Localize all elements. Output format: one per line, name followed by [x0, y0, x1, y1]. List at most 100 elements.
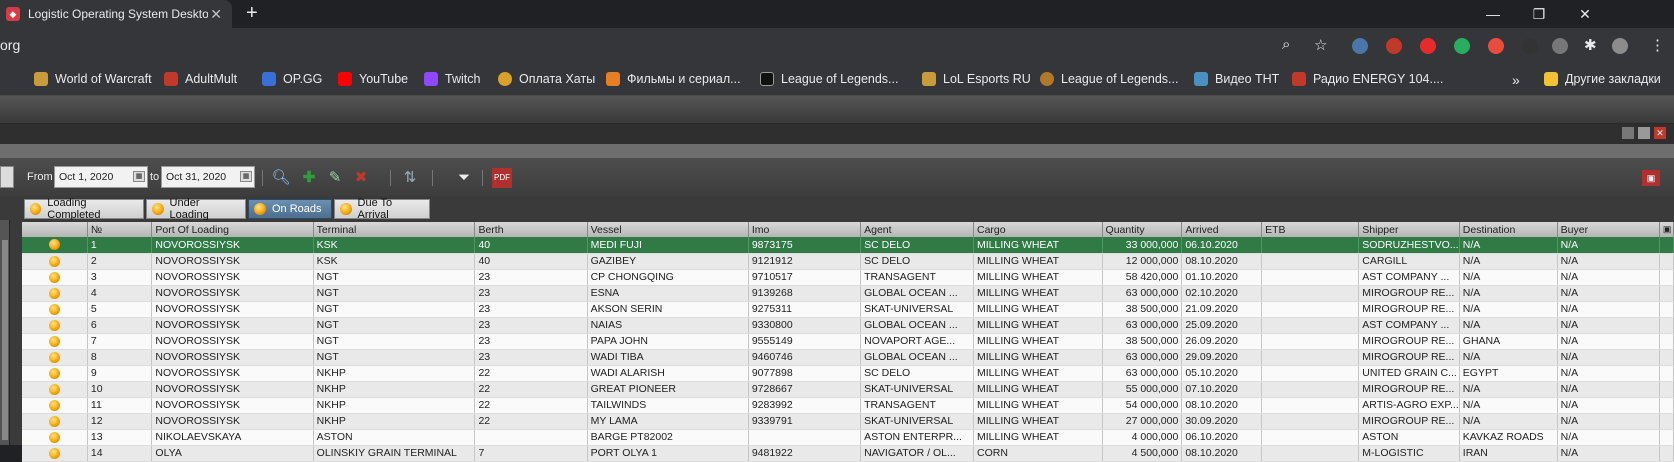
cell-quantity[interactable]: 38 500,000 — [1102, 301, 1183, 318]
maximize-icon[interactable]: ❐ — [1516, 0, 1562, 28]
cell-row-number[interactable]: 1 — [87, 237, 153, 254]
cell-port-of-loading[interactable]: NOVOROSSIYSK — [151, 397, 314, 414]
cell-destination[interactable]: N/A — [1459, 381, 1558, 398]
table-row[interactable]: 13 NIKOLAEVSKAYA ASTON BARGE PT82002 ASTON E… — [22, 429, 1674, 446]
cell-etb[interactable] — [1261, 397, 1360, 414]
cell-arrived[interactable]: 21.09.2020 — [1181, 301, 1263, 318]
cell-terminal[interactable]: ASTON — [313, 429, 476, 446]
cell-vessel[interactable]: MEDI FUJI — [587, 237, 749, 254]
filter-icon[interactable]: ⏷ — [454, 168, 474, 188]
cell-port-of-loading[interactable]: NOVOROSSIYSK — [151, 269, 314, 286]
cell-imo[interactable]: 9139268 — [748, 285, 862, 302]
cell-buyer[interactable]: N/A — [1557, 285, 1660, 302]
search-icon[interactable]: 🔍︎ — [271, 168, 291, 188]
cell-quantity[interactable]: 12 000,000 — [1102, 253, 1183, 270]
cell-berth[interactable] — [474, 429, 588, 446]
cell-quantity[interactable]: 58 420,000 — [1102, 269, 1183, 286]
cell-cargo[interactable]: MILLING WHEAT — [973, 333, 1103, 350]
cell-destination[interactable]: N/A — [1459, 237, 1558, 254]
bookmark-item[interactable]: World of Warcraft — [34, 72, 152, 86]
cell-berth[interactable]: 23 — [474, 333, 588, 350]
cell-shipper[interactable]: ARTIS-AGRO EXP... — [1358, 397, 1460, 414]
column-header[interactable]: Shipper — [1358, 222, 1460, 237]
bookmark-item[interactable]: Оплата Хаты — [498, 72, 595, 86]
cell-vessel[interactable]: PAPA JOHN — [587, 333, 749, 350]
cell-berth[interactable]: 23 — [474, 301, 588, 318]
column-header[interactable]: Berth — [474, 222, 588, 237]
cell-port-of-loading[interactable]: NOVOROSSIYSK — [151, 253, 314, 270]
cell-agent[interactable]: TRANSAGENT — [860, 397, 974, 414]
column-header[interactable]: Port Of Loading — [151, 222, 314, 237]
cell-vessel[interactable]: BARGE PT82002 — [587, 429, 749, 446]
cell-etb[interactable] — [1261, 285, 1360, 302]
bookmark-item[interactable]: Видео ТНТ — [1194, 72, 1279, 86]
cell-shipper[interactable]: MIROGROUP RE... — [1358, 413, 1460, 430]
address-text[interactable]: org — [0, 37, 20, 53]
cell-destination[interactable]: N/A — [1459, 317, 1558, 334]
app-close-icon[interactable]: ✕ — [1654, 127, 1666, 139]
cell-buyer[interactable]: N/A — [1557, 237, 1660, 254]
cell-cargo[interactable]: MILLING WHEAT — [973, 301, 1103, 318]
cell-buyer[interactable]: N/A — [1557, 317, 1660, 334]
cell-vessel[interactable]: WADI ALARISH — [587, 365, 749, 382]
cell-arrived[interactable]: 02.10.2020 — [1181, 285, 1263, 302]
cell-vessel[interactable]: GAZIBEY — [587, 253, 749, 270]
excel-export-icon[interactable]: ▣ — [1642, 170, 1660, 186]
table-row[interactable]: 11 NOVOROSSIYSK NKHP 22 TAILWINDS 9283992 TRAN… — [22, 397, 1674, 414]
cell-berth[interactable]: 23 — [474, 285, 588, 302]
cell-cargo[interactable]: MILLING WHEAT — [973, 349, 1103, 366]
cell-destination[interactable]: EGYPT — [1459, 365, 1558, 382]
tab-under-loading[interactable]: Under Loading — [146, 197, 246, 221]
table-row[interactable]: 7 NOVOROSSIYSK NGT 23 PAPA JOHN 9555149 NOVAPO… — [22, 333, 1674, 350]
vpn-extension-icon[interactable] — [1552, 38, 1568, 54]
app-minimize-icon[interactable] — [1622, 127, 1634, 139]
vk-extension-icon[interactable] — [1352, 38, 1368, 54]
cell-port-of-loading[interactable]: NOVOROSSIYSK — [151, 333, 314, 350]
table-row[interactable]: 2 NOVOROSSIYSK KSK 40 GAZIBEY 9121912 SC DELO M… — [22, 253, 1674, 270]
cell-shipper[interactable]: MIROGROUP RE... — [1358, 285, 1460, 302]
cell-vessel[interactable]: MY LAMA — [587, 413, 749, 430]
column-header[interactable]: Vessel — [587, 222, 749, 237]
cell-buyer[interactable]: N/A — [1557, 333, 1660, 350]
app-restore-icon[interactable] — [1638, 127, 1650, 139]
cell-etb[interactable] — [1261, 269, 1360, 286]
bookmark-item[interactable]: Радио ENERGY 104.... — [1292, 72, 1443, 86]
cell-vessel[interactable]: ESNA — [587, 285, 749, 302]
cell-berth[interactable]: 22 — [474, 397, 588, 414]
cell-terminal[interactable]: OLINSKIY GRAIN TERMINAL — [313, 445, 476, 462]
cell-berth[interactable]: 40 — [474, 253, 588, 270]
cell-quantity[interactable]: 63 000,000 — [1102, 349, 1183, 366]
cell-agent[interactable]: NAVIGATOR / OL... — [860, 445, 974, 462]
cell-cargo[interactable]: MILLING WHEAT — [973, 365, 1103, 382]
cell-row-number[interactable]: 2 — [87, 253, 153, 270]
cell-imo[interactable]: 9728667 — [748, 381, 862, 398]
cell-arrived[interactable]: 30.09.2020 — [1181, 413, 1263, 430]
cell-row-number[interactable]: 9 — [87, 365, 153, 382]
cell-buyer[interactable]: N/A — [1557, 349, 1660, 366]
cell-terminal[interactable]: NGT — [313, 317, 476, 334]
cell-quantity[interactable]: 63 000,000 — [1102, 317, 1183, 334]
cell-vessel[interactable]: WADI TIBA — [587, 349, 749, 366]
cell-buyer[interactable]: N/A — [1557, 365, 1660, 382]
cell-agent[interactable]: ASTON ENTERPR... — [860, 429, 974, 446]
table-row[interactable]: 1 NOVOROSSIYSK KSK 40 MEDI FUJI 9873175 SC DEL… — [22, 237, 1674, 254]
cell-port-of-loading[interactable]: NOVOROSSIYSK — [151, 301, 314, 318]
cell-arrived[interactable]: 07.10.2020 — [1181, 381, 1263, 398]
bookmark-item[interactable]: League of Legends... — [760, 72, 898, 86]
cell-etb[interactable] — [1261, 237, 1360, 254]
cell-etb[interactable] — [1261, 349, 1360, 366]
cell-terminal[interactable]: NGT — [313, 301, 476, 318]
cell-terminal[interactable]: NGT — [313, 269, 476, 286]
table-row[interactable]: 5 NOVOROSSIYSK NGT 23 AKSON SERIN 9275311 SKAT… — [22, 301, 1674, 318]
cell-row-number[interactable]: 8 — [87, 349, 153, 366]
cell-shipper[interactable]: MIROGROUP RE... — [1358, 301, 1460, 318]
cell-etb[interactable] — [1261, 429, 1360, 446]
bookmark-item[interactable]: OP.GG — [262, 72, 322, 86]
other-bookmarks[interactable]: Другие закладки — [1544, 72, 1661, 86]
cell-imo[interactable]: 9330800 — [748, 317, 862, 334]
column-header[interactable]: ETB — [1261, 222, 1360, 237]
cell-etb[interactable] — [1261, 413, 1360, 430]
cell-quantity[interactable]: 55 000,000 — [1102, 381, 1183, 398]
bookmark-item[interactable]: YouTube — [338, 72, 408, 86]
cell-imo[interactable]: 9339791 — [748, 413, 862, 430]
